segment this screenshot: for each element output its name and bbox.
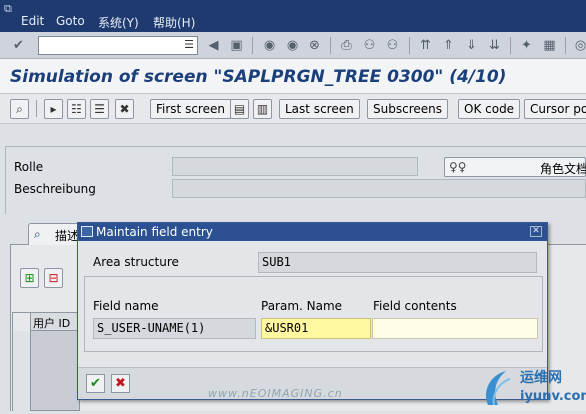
find-icon[interactable]: ⚇ [361, 37, 378, 54]
menu-help[interactable]: 帮助(H) [153, 14, 195, 31]
first-screen-button[interactable]: First screen [150, 99, 231, 119]
new-session-icon[interactable]: ✦ [518, 37, 535, 54]
back-arrow-icon[interactable]: ◀ [205, 37, 222, 54]
last-page-icon[interactable]: ⇊ [486, 37, 503, 54]
field-contents-field[interactable] [372, 318, 538, 339]
area-structure-label: Area structure [93, 255, 179, 269]
back-nav-icon[interactable]: ◉ [261, 37, 278, 54]
area-structure-field[interactable]: SUB1 [258, 252, 537, 273]
tab-description[interactable]: ⌕ 描述 [28, 223, 84, 245]
standard-toolbar: ✔ ☰ ◀ ▣ ◉ ◉ ⊗ ⎙ ⚇ ⚇ ⇈ ⇑ ⇓ ⇊ ✦ ▦ ◎ [0, 32, 586, 59]
user-id-header: 用户 ID [33, 317, 71, 330]
next-page-icon[interactable]: ⇓ [463, 37, 480, 54]
window-icon [81, 226, 93, 237]
command-field[interactable]: ☰ [38, 36, 198, 55]
param-name-field[interactable]: &USR01 [261, 318, 371, 339]
field-name-value: S_USER-UNAME(1) [97, 321, 206, 335]
ok-code-button[interactable]: OK code [458, 99, 521, 119]
dialog-titlebar: Maintain field entry ✕ [78, 223, 547, 241]
remove-row-icon[interactable]: ⊟ [44, 268, 63, 288]
user-table: 用户 ID [12, 312, 81, 411]
logo-name: 运维网 [520, 370, 562, 386]
screen-title: Simulation of screen "SAPLPRGN_TREE 0300… [10, 67, 507, 87]
table-header: 用户 ID [13, 313, 81, 331]
row-selector-column[interactable] [13, 331, 31, 411]
first-page-icon[interactable]: ⇈ [417, 37, 434, 54]
toolbar-separator [36, 100, 37, 117]
system-menu-icon[interactable]: ⧉ [4, 2, 18, 15]
hierarchy-icon[interactable]: ☷ [67, 99, 86, 119]
enter-check-icon[interactable]: ✔ [10, 37, 27, 54]
command-history-icon[interactable]: ☰ [184, 38, 194, 51]
select-all-cell[interactable] [13, 313, 31, 331]
toolbar-separator [330, 37, 331, 54]
last-screen-button[interactable]: Last screen [279, 99, 360, 119]
title-bar: Simulation of screen "SAPLPRGN_TREE 0300… [0, 59, 586, 94]
find-next-icon[interactable]: ⚇ [384, 37, 401, 54]
param-name-header: Param. Name [261, 299, 343, 313]
menu-bar: ⧉ Edit Goto 系统(Y) 帮助(H) [0, 0, 586, 32]
field-entry-group: Field name Param. Name Field contents S_… [84, 276, 543, 352]
toolbar-separator [252, 37, 253, 54]
param-name-value: &USR01 [265, 321, 309, 335]
menu-system[interactable]: 系统(Y) [98, 14, 139, 31]
rolle-field[interactable] [172, 157, 418, 176]
site-logo: 运维网 iyunv.com [480, 361, 586, 411]
delete-icon[interactable]: ✖ [115, 99, 134, 119]
exit-nav-icon[interactable]: ◉ [284, 37, 301, 54]
logo-url: iyunv.com [520, 389, 586, 404]
screen-a-icon[interactable]: ▤ [230, 99, 249, 119]
screen-b-icon[interactable]: ▥ [253, 99, 272, 119]
cursor-pos-button[interactable]: Cursor pos [524, 99, 586, 119]
toolbar-separator [510, 37, 511, 54]
add-row-icon[interactable]: ⊞ [20, 268, 39, 288]
toolbar-separator [409, 37, 410, 54]
field-name-header: Field name [93, 299, 159, 313]
cancel-nav-icon[interactable]: ⊗ [306, 37, 323, 54]
field-contents-header: Field contents [373, 299, 457, 313]
maintain-field-entry-dialog: Maintain field entry ✕ Area structure SU… [77, 222, 548, 400]
watermark-text: www.nEOIMAGING.cn [208, 387, 343, 400]
field-name-field[interactable]: S_USER-UNAME(1) [93, 318, 256, 339]
shortcut-icon[interactable]: ▦ [541, 37, 558, 54]
display-icon[interactable]: ⌕ [10, 99, 29, 119]
save-icon[interactable]: ▣ [228, 37, 245, 54]
role-doc-button-label: 角色文档 [540, 162, 586, 176]
menu-goto[interactable]: Goto [56, 14, 85, 28]
tab-description-label: 描述 [55, 229, 80, 243]
navigate-icon[interactable]: ▸ [44, 99, 63, 119]
subscreens-button[interactable]: Subscreens [367, 99, 448, 119]
area-structure-value: SUB1 [262, 255, 291, 269]
help-icon[interactable]: ◎ [572, 37, 586, 54]
cancel-x-icon[interactable]: ✖ [111, 374, 130, 393]
toolbar-separator [565, 37, 566, 54]
dialog-title: Maintain field entry [96, 225, 213, 239]
application-toolbar: ⌕ ▸ ☷ ☰ ✖ First screen ▤ ▥ Last screen S… [0, 94, 586, 124]
beschreibung-label: Beschreibung [14, 182, 96, 196]
glasses-icon: ♀♀ [449, 160, 467, 174]
print-icon[interactable]: ⎙ [338, 37, 355, 54]
confirm-check-icon[interactable]: ✔ [86, 374, 105, 393]
rolle-label: Rolle [14, 160, 44, 174]
tree-icon[interactable]: ☰ [90, 99, 109, 119]
beschreibung-field[interactable] [172, 179, 586, 198]
close-icon[interactable]: ✕ [530, 226, 542, 237]
magnifier-icon: ⌕ [34, 227, 41, 241]
role-doc-button[interactable]: ♀♀ 角色文档 [444, 157, 586, 177]
prev-page-icon[interactable]: ⇑ [440, 37, 457, 54]
menu-edit[interactable]: Edit [21, 14, 44, 28]
